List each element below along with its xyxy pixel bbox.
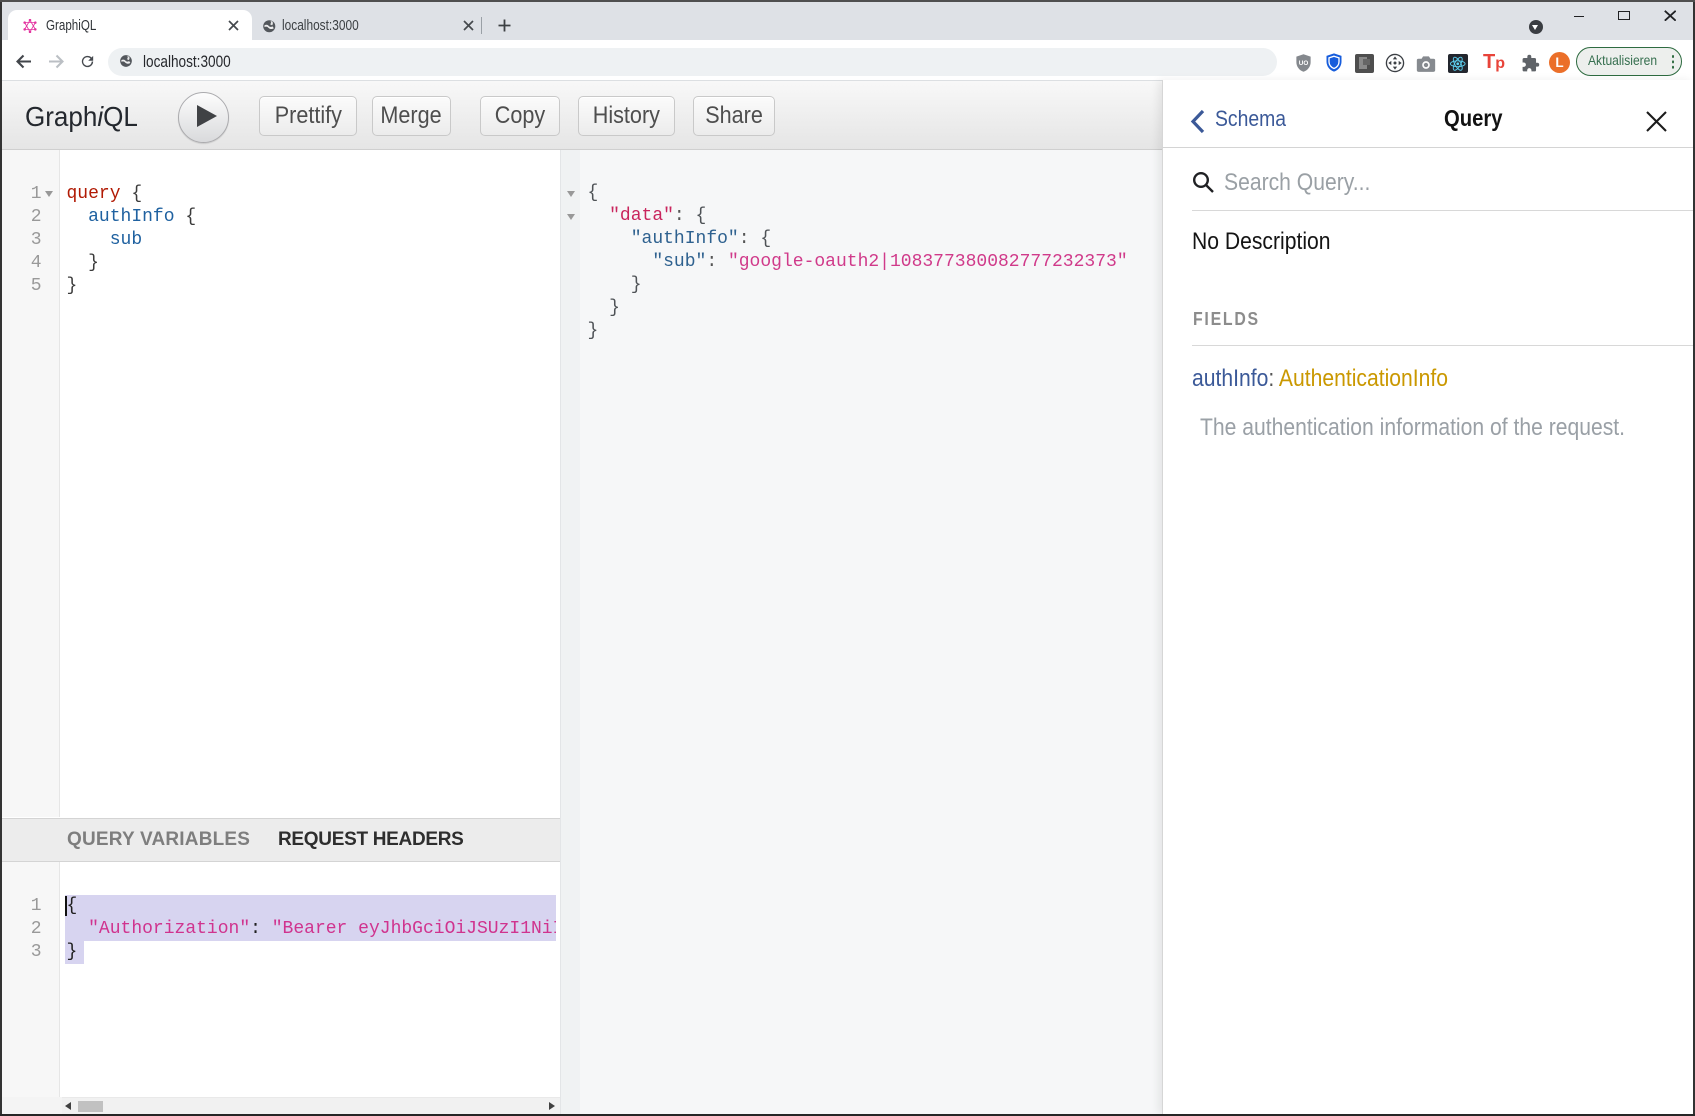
svg-text:UO: UO [1299, 60, 1309, 67]
